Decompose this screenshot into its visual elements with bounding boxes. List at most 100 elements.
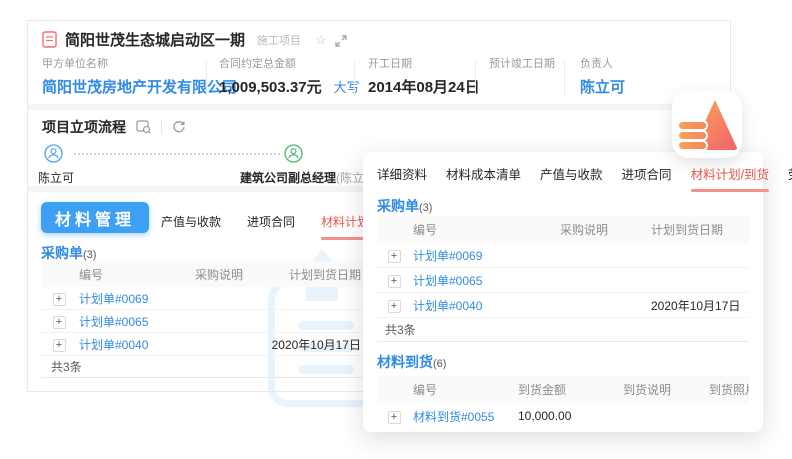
- expand-row-button[interactable]: +: [388, 250, 401, 263]
- contract-amount-value: 1,009,503.37元: [219, 79, 322, 96]
- detail-overlay-panel: 详细资料 材料成本清单 产值与收款 进项合同 材料计划/到货 劳务工人 采购单(…: [363, 152, 763, 432]
- purchase-order-link[interactable]: 计划单#0065: [77, 313, 171, 330]
- col-id: 编号: [411, 221, 519, 238]
- field-label: 预计竣工日期: [489, 55, 555, 71]
- panel-tab-bar: 详细资料 材料成本清单 产值与收款 进项合同 材料计划/到货 劳务工人: [377, 164, 792, 192]
- expand-row-button[interactable]: +: [388, 411, 401, 424]
- table-row: + 计划单#0040 2020年10月17日: [377, 293, 749, 318]
- table-footer: 共3条: [41, 356, 363, 378]
- flow-preview-icon[interactable]: [136, 120, 151, 134]
- col-date: 计划到货日期: [649, 221, 749, 238]
- row-count: 共3条: [51, 358, 82, 375]
- timeline-step-name: 建筑公司副总经理(陈立可): [240, 169, 380, 186]
- field-divider: [206, 61, 207, 97]
- field-start-date: 开工日期 2014年08月24日: [368, 55, 480, 97]
- table-row: + 计划单#0069: [377, 243, 749, 268]
- uppercase-link[interactable]: 大写: [334, 80, 360, 95]
- row-count: 共3条: [385, 321, 416, 338]
- field-label: 负责人: [580, 55, 625, 71]
- expand-row-button[interactable]: +: [53, 316, 66, 329]
- expand-row-button[interactable]: +: [53, 339, 66, 352]
- field-contract-amount: 合同约定总金额 1,009,503.37元大写: [219, 55, 360, 97]
- purchase-order-link[interactable]: 计划单#0040: [77, 336, 171, 353]
- arrival-amount: 10,000.00: [516, 409, 621, 423]
- purchase-order-link[interactable]: 计划单#0069: [411, 247, 519, 264]
- purchase-orders-heading: 采购单(3): [377, 196, 432, 216]
- table-header: 编号 采购说明 计划到货日期: [41, 261, 363, 287]
- favorite-star-icon[interactable]: ☆: [315, 32, 327, 48]
- material-arrival-table: 编号 到货金额 到货说明 到货照片 + 材料到货#0055 10,000.00: [377, 376, 749, 429]
- purchase-order-link[interactable]: 计划单#0069: [77, 290, 171, 307]
- table-header: 编号 到货金额 到货说明 到货照片: [377, 376, 749, 403]
- purchase-orders-title: 采购单: [377, 198, 419, 214]
- purchase-orders-heading: 采购单(3): [41, 243, 96, 263]
- table-header: 编号 采购说明 计划到货日期: [377, 216, 749, 243]
- table-row: + 材料到货#0055 10,000.00: [377, 403, 749, 429]
- table-row: + 计划单#0065: [41, 310, 363, 333]
- purchase-order-link[interactable]: 计划单#0065: [411, 272, 519, 289]
- col-id: 编号: [411, 381, 516, 398]
- icon-divider: [161, 120, 162, 134]
- purchase-orders-table: 编号 采购说明 计划到货日期 + 计划单#0069 + 计划单#0065 + 计…: [377, 216, 749, 342]
- material-arrival-link[interactable]: 材料到货#0055: [411, 408, 516, 425]
- purchase-orders-table: 编号 采购说明 计划到货日期 + 计划单#0069 + 计划单#0065 + 计…: [41, 261, 363, 378]
- refresh-icon[interactable]: [172, 120, 187, 134]
- manager-avatar-icon: [284, 144, 303, 163]
- field-label: 甲方单位名称: [42, 55, 237, 71]
- field-divider: [354, 61, 355, 97]
- col-desc: 到货说明: [621, 381, 707, 398]
- field-completion-date: 预计竣工日期: [489, 55, 555, 76]
- timeline-connector: [74, 153, 280, 155]
- tab-material-cost-list[interactable]: 材料成本清单: [446, 164, 521, 192]
- project-title: 简阳世茂生态城启动区一期: [65, 29, 245, 50]
- step-role: 建筑公司副总经理: [240, 171, 336, 185]
- party-a-link[interactable]: 简阳世茂房地产开发有限公司: [42, 79, 237, 96]
- planned-date: 2020年10月17日: [267, 336, 363, 353]
- timeline-step-name: 陈立可: [38, 169, 74, 186]
- expand-row-button[interactable]: +: [388, 300, 401, 313]
- expand-row-button[interactable]: +: [53, 293, 66, 306]
- expand-row-button[interactable]: +: [388, 275, 401, 288]
- tab-material-plan-arrival[interactable]: 材料计划/到货: [691, 164, 769, 192]
- field-label: 合同约定总金额: [219, 55, 360, 71]
- col-desc: 采购说明: [519, 221, 649, 238]
- project-title-row: 简阳世茂生态城启动区一期 施工项目 ☆: [42, 29, 347, 50]
- purchase-orders-count: (3): [419, 202, 432, 214]
- approval-timeline: 陈立可 建筑公司副总经理(陈立可): [28, 143, 388, 185]
- material-management-button[interactable]: 材料管理: [41, 202, 149, 233]
- tab-output-and-receipts[interactable]: 产值与收款: [540, 164, 603, 192]
- material-arrival-heading: 材料到货(6): [377, 352, 446, 372]
- app-window: 简阳世茂生态城启动区一期 施工项目 ☆ 甲方单位名称 简阳世茂房地产开发有限公司…: [0, 0, 792, 459]
- col-date: 计划到货日期: [267, 266, 363, 283]
- owner-link[interactable]: 陈立可: [580, 79, 625, 96]
- approver-avatar-icon: [44, 144, 63, 163]
- tab-output-and-receipts[interactable]: 产值与收款: [161, 213, 221, 240]
- tab-labor-workers[interactable]: 劳务工人: [788, 164, 792, 192]
- tab-detail-info[interactable]: 详细资料: [377, 164, 427, 192]
- purchase-order-link[interactable]: 计划单#0040: [411, 297, 519, 314]
- col-amount: 到货金额: [516, 381, 621, 398]
- expand-icon[interactable]: [335, 34, 347, 46]
- tab-incoming-contracts[interactable]: 进项合同: [247, 213, 295, 240]
- process-header: 项目立项流程: [42, 117, 187, 137]
- purchase-orders-title: 采购单: [41, 245, 83, 261]
- field-divider: [564, 61, 565, 97]
- logo-bar: [679, 142, 706, 149]
- field-owner: 负责人 陈立可: [580, 55, 625, 97]
- col-photo: 到货照片: [707, 381, 749, 398]
- table-row: + 计划单#0040 2020年10月17日: [41, 333, 363, 356]
- col-id: 编号: [77, 266, 171, 283]
- field-label: 开工日期: [368, 55, 480, 71]
- table-footer: 共3条: [377, 318, 749, 342]
- field-party-a: 甲方单位名称 简阳世茂房地产开发有限公司: [42, 55, 237, 97]
- project-document-icon: [42, 31, 57, 48]
- table-row: + 计划单#0065: [377, 268, 749, 293]
- purchase-orders-count: (3): [83, 249, 96, 261]
- logo-bar: [679, 122, 706, 129]
- material-arrival-title: 材料到货: [377, 354, 433, 370]
- tab-incoming-contracts[interactable]: 进项合同: [622, 164, 672, 192]
- app-logo-badge: [672, 91, 742, 158]
- project-type-tag: 施工项目: [257, 32, 301, 48]
- field-divider: [475, 61, 476, 97]
- table-row: + 计划单#0069: [41, 287, 363, 310]
